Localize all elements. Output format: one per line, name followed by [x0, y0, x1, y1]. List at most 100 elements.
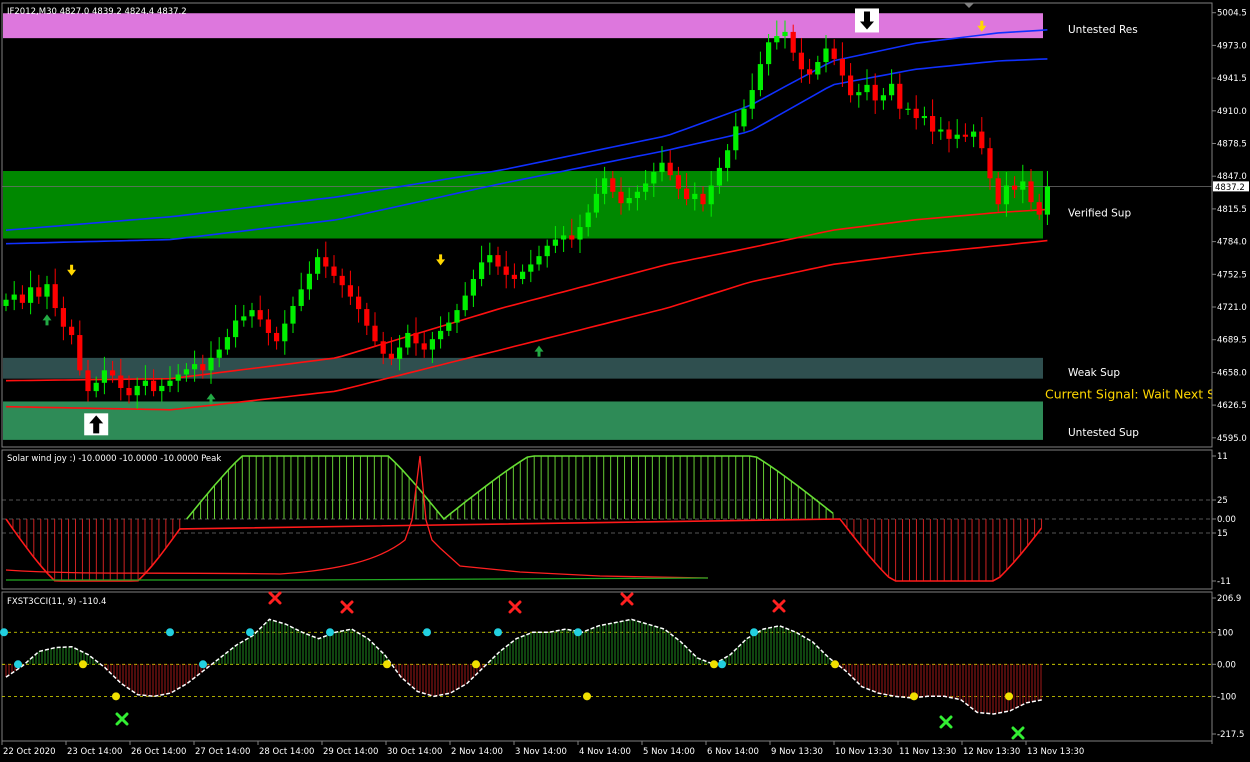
price-tick-label: 4752.5	[1217, 270, 1247, 280]
candle-up	[733, 126, 739, 151]
zone-label-untested-res: Untested Res	[1068, 24, 1138, 36]
candle-down	[839, 58, 845, 76]
candle-up	[282, 323, 288, 342]
candle-down	[913, 108, 919, 119]
candle-up	[192, 364, 198, 370]
trading-chart: Untested Res Verified Sup Weak Sup Untested…	[0, 2, 1249, 757]
cci-dot-cyan	[14, 660, 22, 669]
cci-dot-cyan	[423, 628, 431, 637]
cci-tick-label: 0.00	[1217, 660, 1236, 670]
price-pane-title: IF2012,M30 4827.0 4839.2 4824.4 4837.2	[7, 7, 187, 17]
candle-down	[807, 69, 813, 75]
solar-pane-title: Solar wind joy :) -10.0000 -10.0000 -10.…	[7, 454, 221, 464]
candle-up	[249, 310, 255, 317]
price-tick-label: 4910.0	[1217, 107, 1247, 117]
cci-pane-title: FXST3CCI(11, 9) -110.4	[7, 597, 106, 607]
candle-down	[897, 83, 903, 109]
candle-down	[36, 287, 42, 297]
candle-down	[503, 266, 509, 275]
candle-down	[19, 294, 25, 303]
candle-down	[930, 116, 936, 132]
cci-dot-yellow	[831, 660, 839, 669]
candle-up	[856, 92, 862, 96]
cci-tick-label: -217.5	[1217, 730, 1244, 740]
candle-down	[69, 326, 75, 336]
candle-up	[716, 167, 722, 186]
candle-down	[872, 84, 878, 101]
cci-dot-yellow	[383, 660, 391, 669]
candle-down	[110, 370, 116, 376]
cci-dot-cyan	[326, 628, 334, 637]
candle-up	[208, 357, 214, 371]
candle-up	[725, 150, 731, 168]
cci-dot-cyan	[574, 628, 582, 637]
candle-up	[454, 310, 460, 323]
signal-text: Current Signal: Wait Next Signal	[1045, 386, 1246, 401]
candle-down	[265, 319, 271, 333]
candle-down	[700, 193, 706, 205]
x-tick-label: 9 Nov 13:30	[771, 747, 823, 757]
candle-up	[479, 262, 485, 279]
candle-up	[544, 245, 550, 257]
zone-weak-sup	[3, 357, 1043, 379]
candle-up	[766, 42, 772, 65]
candle-up	[651, 172, 657, 184]
price-tick-label: 4878.5	[1217, 140, 1247, 150]
candle-down	[126, 387, 132, 396]
solar-tick-label: 25	[1217, 496, 1228, 506]
candle-up	[429, 339, 435, 350]
candle-down	[52, 284, 58, 309]
candle-up	[561, 235, 567, 240]
cci-dot-cyan	[718, 660, 726, 669]
candle-down	[118, 375, 124, 388]
candle-up	[470, 278, 476, 296]
candle-up	[1020, 181, 1026, 190]
candle-down	[946, 129, 952, 139]
x-tick-label: 30 Oct 14:00	[387, 747, 442, 757]
candle-down	[331, 266, 337, 276]
candle-up	[159, 385, 165, 392]
cci-dot-yellow	[583, 692, 591, 701]
cci-dot-cyan	[494, 628, 502, 637]
candle-up	[298, 289, 304, 306]
candle-up	[233, 320, 239, 338]
solar-tick-label: -11	[1217, 577, 1231, 587]
candle-up	[405, 332, 411, 348]
candle-up	[889, 83, 895, 96]
zone-label-untested-sup: Untested Sup	[1068, 427, 1139, 439]
price-tick-label: 4595.0	[1217, 434, 1247, 444]
cci-dot-cyan	[0, 628, 8, 637]
candle-down	[347, 285, 353, 297]
candle-down	[364, 309, 370, 326]
cci-dot-yellow	[1005, 692, 1013, 701]
candle-up	[175, 374, 181, 381]
candle-up	[241, 316, 247, 321]
candle-up	[634, 191, 640, 199]
candle-up	[749, 90, 755, 109]
solar-pane-frame	[1, 449, 1213, 590]
zone-label-weak-sup: Weak Sup	[1068, 367, 1120, 379]
candle-up	[692, 193, 698, 200]
cci-dot-cyan	[166, 628, 174, 637]
candle-down	[323, 257, 329, 267]
candle-up	[183, 369, 189, 375]
x-tick-label: 4 Nov 14:00	[579, 747, 631, 757]
candle-up	[44, 284, 50, 297]
price-tick-label: 4941.5	[1217, 74, 1247, 84]
candle-up	[938, 129, 944, 132]
candle-up	[741, 108, 747, 127]
candle-up	[306, 273, 312, 290]
price-tick-label: 4658.0	[1217, 368, 1247, 378]
cci-dot-cyan	[199, 660, 207, 669]
candle-up	[954, 134, 960, 139]
x-tick-label: 26 Oct 14:00	[131, 747, 186, 757]
candle-up	[101, 370, 107, 383]
candle-down	[77, 335, 83, 371]
solar-tick-label: 11	[1217, 452, 1228, 462]
cci-tick-label: 100	[1217, 628, 1233, 638]
candle-down	[618, 191, 624, 204]
x-tick-label: 2 Nov 14:00	[451, 747, 503, 757]
candle-up	[536, 256, 542, 265]
candle-down	[495, 255, 501, 267]
candle-up	[528, 264, 534, 272]
